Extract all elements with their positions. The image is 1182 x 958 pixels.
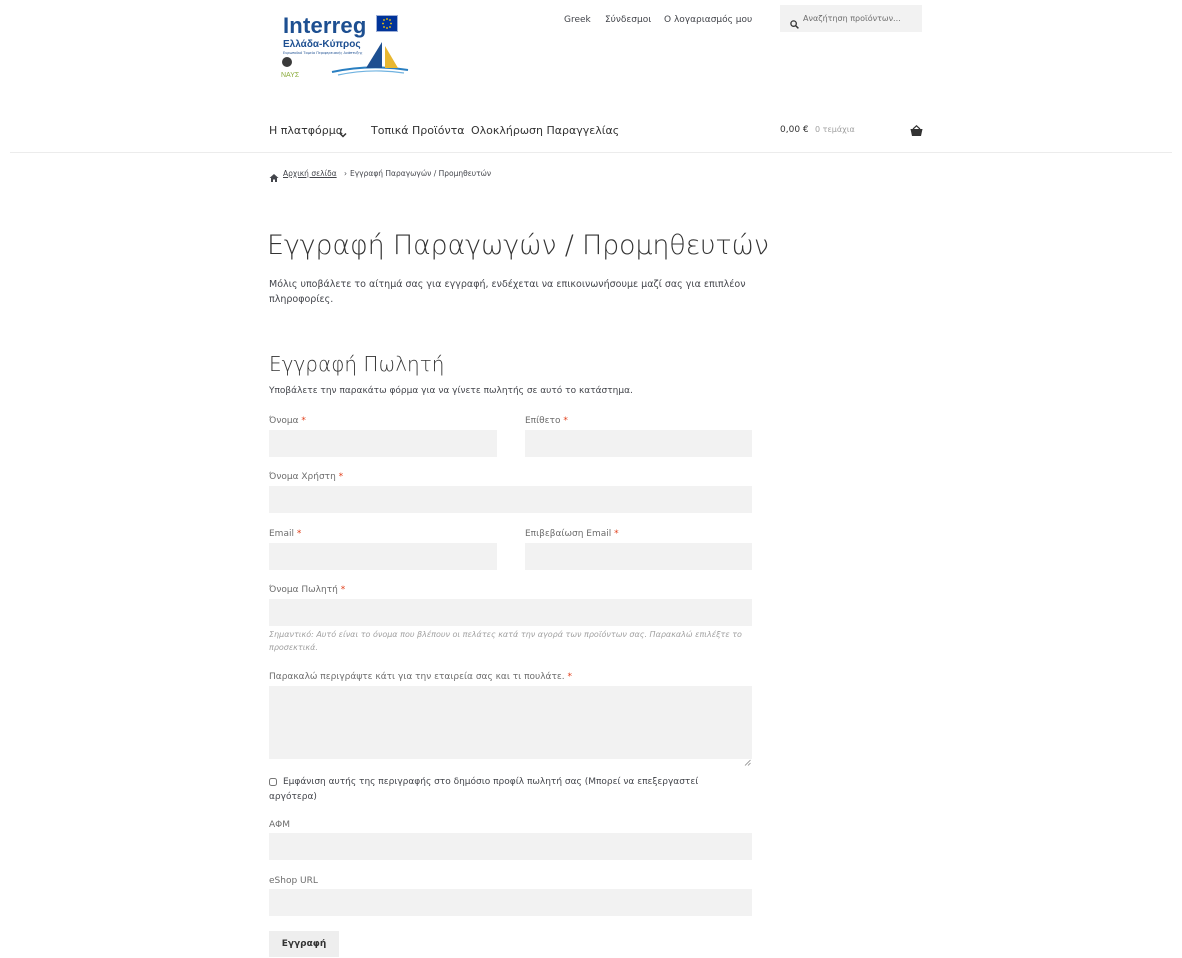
confirm-email-label: Επιβεβαίωση Email * <box>525 529 619 539</box>
logo-badge-text: ΝΑΥΣ <box>281 72 300 79</box>
vendor-name-label: Όνομα Πωλητή * <box>269 585 346 595</box>
email-label: Email * <box>269 529 302 539</box>
resize-handle-icon[interactable] <box>744 751 751 766</box>
show-description-checkbox[interactable] <box>269 778 277 786</box>
confirm-email-field[interactable] <box>525 543 752 570</box>
chevron-down-icon[interactable] <box>339 124 347 138</box>
logo-wordmark: Interreg <box>283 13 367 38</box>
description-textarea[interactable] <box>269 686 752 759</box>
nav-checkout[interactable]: Ολοκλήρωση Παραγγελίας <box>471 124 619 137</box>
breadcrumb-home-link[interactable]: Αρχική σελίδα <box>283 169 337 178</box>
page-title: Εγγραφή Παραγωγών / Προμηθευτών <box>267 230 769 261</box>
breadcrumb-separator: › <box>344 169 347 178</box>
vat-label: ΑΦΜ <box>269 820 291 830</box>
eshop-url-field[interactable] <box>269 889 752 916</box>
username-label: Όνομα Χρήστη * <box>269 472 344 482</box>
last-name-label: Επίθετο * <box>525 416 568 426</box>
first-name-field[interactable] <box>269 430 497 457</box>
username-field[interactable] <box>269 486 752 513</box>
register-button[interactable]: Εγγραφή <box>269 931 339 957</box>
breadcrumb-current: Εγγραφή Παραγωγών / Προμηθευτών <box>350 169 492 178</box>
search-input[interactable]: Αναζήτηση προϊόντων... <box>803 14 901 23</box>
vat-field[interactable] <box>269 833 752 860</box>
vendor-name-field[interactable] <box>269 599 752 626</box>
header-divider <box>10 152 1172 153</box>
sailboat-icon <box>330 38 410 78</box>
last-name-field[interactable] <box>525 430 752 457</box>
form-title: Εγγραφή Πωλητή <box>269 352 445 376</box>
nav-platform[interactable]: Η πλατφόρμα <box>269 124 343 137</box>
language-switcher[interactable]: Greek <box>564 15 591 25</box>
form-description: Υποβάλετε την παρακάτω φόρμα για να γίνε… <box>269 386 633 396</box>
first-name-label: Όνομα * <box>269 416 306 426</box>
basket-icon[interactable] <box>910 122 923 136</box>
email-field[interactable] <box>269 543 497 570</box>
eshop-url-label: eShop URL <box>269 876 318 886</box>
eu-flag-icon <box>376 15 398 32</box>
home-icon <box>269 168 279 182</box>
cart-item-count[interactable]: 0 τεμάχια <box>815 125 855 134</box>
links-menu[interactable]: Σύνδεσμοι <box>605 15 651 25</box>
page-intro: Μόλις υποβάλετε το αίτημά σας για εγγραφ… <box>269 279 746 305</box>
description-label: Παρακαλώ περιγράψτε κάτι για την εταιρεί… <box>269 672 572 682</box>
show-description-label: Εμφάνιση αυτής της περιγραφής στο δημόσι… <box>269 777 699 802</box>
my-account-link[interactable]: Ο λογαριασμός μου <box>664 15 752 25</box>
logo-badge-icon <box>282 57 292 67</box>
search-icon <box>790 14 799 29</box>
nav-local-products[interactable]: Τοπικά Προϊόντα <box>371 124 464 137</box>
cart-amount[interactable]: 0,00 € <box>780 125 809 135</box>
vendor-name-hint: Σημαντικό: Αυτό είναι το όνομα που βλέπο… <box>269 630 742 652</box>
